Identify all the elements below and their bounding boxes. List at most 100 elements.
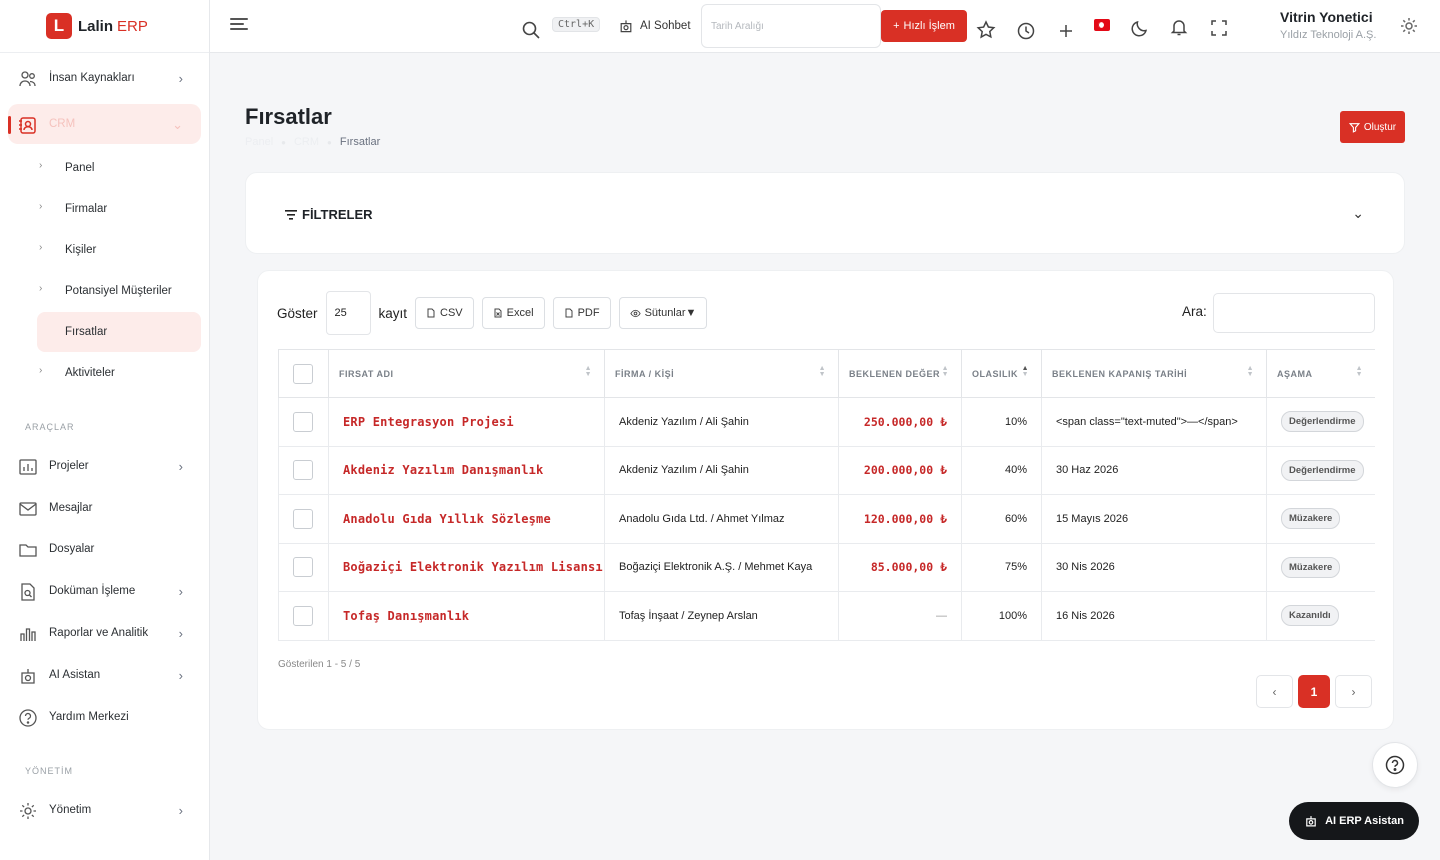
- gear-icon[interactable]: [1399, 16, 1419, 36]
- sidebar-subitem-label: Potansiyel Müşteriler: [65, 285, 172, 297]
- opportunity-name-cell: Boğaziçi Elektronik Yazılım Lisansı: [328, 542, 605, 592]
- chevron-right-icon: ›: [178, 584, 183, 599]
- sidebar-subitem-activities[interactable]: › Aktiviteler: [37, 353, 201, 393]
- chevron-right-icon: ›: [178, 668, 183, 683]
- row-checkbox[interactable]: [293, 411, 313, 432]
- column-header-value[interactable]: BEKLENEN DEĞER ▲ ▼: [838, 349, 962, 398]
- pdf-file-icon: [565, 308, 573, 318]
- sort-icon: ▲ ▼: [941, 365, 949, 378]
- sidebar-item-hr[interactable]: İnsan Kaynakları ›: [8, 58, 201, 98]
- row-checkbox[interactable]: [293, 460, 313, 481]
- sidebar-item-files[interactable]: Dosyalar: [8, 529, 201, 569]
- create-label: Oluştur: [1363, 121, 1397, 133]
- export-pdf-button[interactable]: PDF: [552, 297, 611, 329]
- filters-header[interactable]: FİLTRELER: [285, 207, 373, 222]
- column-header-name[interactable]: FIRSAT ADI ▲ ▼: [328, 349, 605, 398]
- probability-cell: 60%: [961, 494, 1042, 544]
- sidebar-item-crm[interactable]: CRM ⌄: [8, 104, 201, 144]
- opportunity-link[interactable]: Boğaziçi Elektronik Yazılım Lisansı: [343, 560, 603, 574]
- stage-cell: Müzakere: [1266, 494, 1375, 544]
- stage-badge: Kazanıldı: [1281, 605, 1339, 627]
- sidebar-subitem-contacts[interactable]: › Kişiler: [37, 230, 201, 270]
- table-row[interactable]: Anadolu Gıda Yıllık Sözleşme Anadolu Gıd…: [278, 494, 1375, 544]
- opportunity-link[interactable]: ERP Entegrasyon Projesi: [343, 415, 514, 429]
- table-row[interactable]: Akdeniz Yazılım Danışmanlık Akdeniz Yazı…: [278, 445, 1375, 495]
- sidebar-item-projects[interactable]: Projeler ›: [8, 446, 201, 486]
- opportunity-link[interactable]: Akdeniz Yazılım Danışmanlık: [343, 463, 543, 477]
- column-header-company[interactable]: FİRMA / KİŞİ ▲ ▼: [604, 349, 839, 398]
- breadcrumb-item[interactable]: Panel: [245, 136, 273, 148]
- page-size-select[interactable]: 25: [325, 291, 371, 335]
- stage-badge: Değerlendirme: [1281, 411, 1364, 433]
- history-icon[interactable]: [1016, 21, 1036, 41]
- chevron-down-icon: ⌄: [172, 117, 183, 132]
- sidebar-item-help-center[interactable]: Yardım Merkezi: [8, 697, 201, 737]
- column-header-probability[interactable]: OLASILIK ▲ ▼: [961, 349, 1042, 398]
- shortcut-hint: Ctrl+K: [552, 17, 601, 32]
- page-button[interactable]: 1: [1298, 675, 1330, 708]
- chevron-down-icon[interactable]: ⌄: [1352, 205, 1364, 222]
- fullscreen-icon[interactable]: [1209, 18, 1229, 38]
- ai-chat-button[interactable]: AI Sohbet: [618, 18, 691, 34]
- opportunity-link[interactable]: Tofaş Danışmanlık: [343, 609, 469, 623]
- sort-icon: ▲ ▼: [1355, 365, 1363, 378]
- sidebar-item-reports[interactable]: Raporlar ve Analitik ›: [8, 613, 201, 653]
- filters-panel[interactable]: FİLTRELER ⌄: [245, 172, 1405, 254]
- moon-icon[interactable]: [1130, 18, 1150, 38]
- quick-action-button[interactable]: + Hızlı İşlem: [881, 10, 967, 42]
- table-search-input[interactable]: [1213, 293, 1375, 333]
- sidebar-subitem-opportunities[interactable]: Fırsatlar: [37, 312, 201, 352]
- search-icon[interactable]: [521, 20, 541, 40]
- star-icon[interactable]: [976, 20, 996, 40]
- user-name[interactable]: Vitrin Yonetici: [1280, 9, 1373, 25]
- sidebar-item-admin[interactable]: Yönetim ›: [8, 790, 201, 830]
- row-checkbox[interactable]: [293, 508, 313, 529]
- ai-erp-assistant-button[interactable]: AI ERP Asistan: [1289, 802, 1419, 840]
- column-header-stage[interactable]: AŞAMA ▲ ▼: [1266, 349, 1375, 398]
- breadcrumb-separator-icon: ●: [327, 137, 332, 147]
- prev-page-button[interactable]: ‹: [1256, 675, 1293, 708]
- show-label: Göster: [277, 305, 318, 321]
- bell-icon[interactable]: [1169, 17, 1189, 37]
- brand[interactable]: L Lalin ERP: [0, 0, 209, 53]
- sidebar-item-ai-assistant[interactable]: AI Asistan ›: [8, 655, 201, 695]
- language-flag-icon[interactable]: [1094, 19, 1110, 31]
- create-button[interactable]: Oluştur: [1340, 111, 1405, 143]
- select-all-checkbox[interactable]: [293, 363, 313, 384]
- opportunity-name-cell: ERP Entegrasyon Projesi: [328, 397, 605, 447]
- opportunity-name-cell: Tofaş Danışmanlık: [328, 591, 605, 641]
- columns-toggle-button[interactable]: Sütunlar▼: [618, 297, 708, 329]
- date-range-input[interactable]: Tarih Aralığı: [701, 4, 881, 48]
- sidebar-subitem-companies[interactable]: › Firmalar: [37, 189, 201, 229]
- select-all-header: [278, 349, 329, 398]
- column-header-label: FİRMA / KİŞİ: [615, 368, 675, 379]
- expected-value: —: [936, 609, 947, 622]
- sidebar-item-label: Dosyalar: [49, 543, 95, 555]
- close-date-cell: 30 Nis 2026: [1041, 542, 1267, 592]
- table-row[interactable]: Boğaziçi Elektronik Yazılım Lisansı Boğa…: [278, 542, 1375, 592]
- help-fab[interactable]: [1372, 742, 1418, 788]
- value-cell: —: [838, 591, 962, 641]
- export-csv-button[interactable]: CSV: [415, 297, 474, 329]
- sidebar-subitem-leads[interactable]: › Potansiyel Müşteriler: [37, 271, 201, 311]
- plus-icon[interactable]: [1056, 21, 1076, 41]
- export-excel-button[interactable]: Excel: [481, 297, 545, 329]
- row-checkbox[interactable]: [293, 605, 313, 626]
- sidebar-item-document-processing[interactable]: Doküman İşleme ›: [8, 571, 201, 611]
- opportunity-name-cell: Akdeniz Yazılım Danışmanlık: [328, 445, 605, 495]
- ai-chat-label: AI Sohbet: [640, 20, 691, 32]
- chevron-right-icon: ›: [39, 283, 43, 294]
- table-row[interactable]: ERP Entegrasyon Projesi Akdeniz Yazılım …: [278, 397, 1375, 447]
- menu-toggle-icon[interactable]: [230, 18, 248, 32]
- column-header-close-date[interactable]: BEKLENEN KAPANIŞ TARİHİ ▲ ▼: [1041, 349, 1267, 398]
- search-label: Ara:: [1182, 304, 1207, 319]
- close-date-cell: 15 Mayıs 2026: [1041, 494, 1267, 544]
- opportunity-link[interactable]: Anadolu Gıda Yıllık Sözleşme: [343, 512, 551, 526]
- table-row[interactable]: Tofaş Danışmanlık Tofaş İnşaat / Zeynep …: [278, 591, 1375, 641]
- stage-cell: Değerlendirme: [1266, 445, 1375, 495]
- sidebar-subitem-panel[interactable]: › Panel: [37, 148, 201, 188]
- next-page-button[interactable]: ›: [1335, 675, 1372, 708]
- sidebar-item-messages[interactable]: Mesajlar: [8, 488, 201, 528]
- row-checkbox[interactable]: [293, 557, 313, 578]
- breadcrumb-item[interactable]: CRM: [294, 136, 319, 148]
